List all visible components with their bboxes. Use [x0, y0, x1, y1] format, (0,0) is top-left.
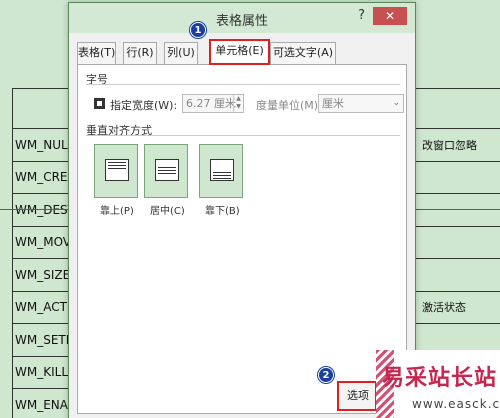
- tab-alt-text[interactable]: 可选文字(A): [270, 42, 336, 64]
- unit-select[interactable]: 厘米 ⌄: [318, 94, 404, 113]
- table-cell-name: WM_ENAE: [15, 397, 76, 412]
- cell-tab-panel: 字号 指定宽度(W): 6.27 厘米 ▲ ▼ 度量单位(M): 厘米 ⌄ 垂直对…: [77, 64, 407, 414]
- watermark-text: 易采站长站: [382, 365, 498, 391]
- width-spinner[interactable]: 6.27 厘米 ▲ ▼: [182, 94, 244, 113]
- close-button[interactable]: ✕: [373, 7, 407, 25]
- specify-width-checkbox[interactable]: [94, 98, 105, 109]
- table-cell-name: WM_MOV: [15, 235, 72, 250]
- unit-label: 度量单位(M):: [256, 99, 322, 112]
- dialog-titlebar[interactable]: 表格属性 ? ✕: [69, 3, 415, 33]
- watermark-url: www.easck.com: [412, 397, 500, 411]
- tab-cell[interactable]: 单元格(E): [209, 39, 270, 65]
- table-cell-note: 激活状态: [422, 301, 466, 315]
- align-bottom-icon: [210, 159, 234, 181]
- align-top-label: 靠上(P): [100, 206, 134, 217]
- options-button[interactable]: 选项: [337, 381, 377, 411]
- step-marker-1: 1: [190, 22, 206, 38]
- table-cell-name: WM_SIZE: [15, 267, 71, 282]
- align-middle-label: 居中(C): [150, 206, 185, 217]
- tab-row[interactable]: 行(R): [123, 42, 157, 64]
- width-value: 6.27 厘米: [186, 97, 236, 110]
- step-marker-2: 2: [318, 367, 334, 383]
- align-bottom-button[interactable]: [199, 144, 243, 198]
- align-bottom-label: 靠下(B): [205, 206, 240, 217]
- spin-arrows-icon[interactable]: ▲ ▼: [233, 95, 243, 112]
- section-divider: [86, 135, 400, 136]
- specify-width-label: 指定宽度(W):: [110, 99, 178, 112]
- help-button[interactable]: ?: [358, 8, 365, 23]
- unit-value: 厘米: [322, 97, 344, 110]
- tab-table[interactable]: 表格(T): [77, 42, 116, 64]
- table-properties-dialog: 表格属性 ? ✕ 表格(T) 行(R) 列(U) 单元格(E) 可选文字(A) …: [68, 2, 416, 418]
- table-cell-name: WM_CREA: [15, 170, 76, 185]
- align-middle-button[interactable]: [144, 144, 188, 198]
- tab-column[interactable]: 列(U): [164, 42, 198, 64]
- align-top-button[interactable]: [94, 144, 138, 198]
- align-middle-icon: [155, 159, 179, 181]
- section-divider: [86, 84, 400, 85]
- table-cell-name: WM_KILLF: [15, 365, 75, 380]
- table-cell-name: WM_NULL: [15, 137, 75, 152]
- site-watermark: 易采站长站 www.easck.com: [376, 350, 500, 418]
- table-cell-note: 改窗口忽略: [422, 138, 477, 152]
- chevron-down-icon: ⌄: [392, 98, 400, 108]
- align-top-icon: [105, 159, 129, 181]
